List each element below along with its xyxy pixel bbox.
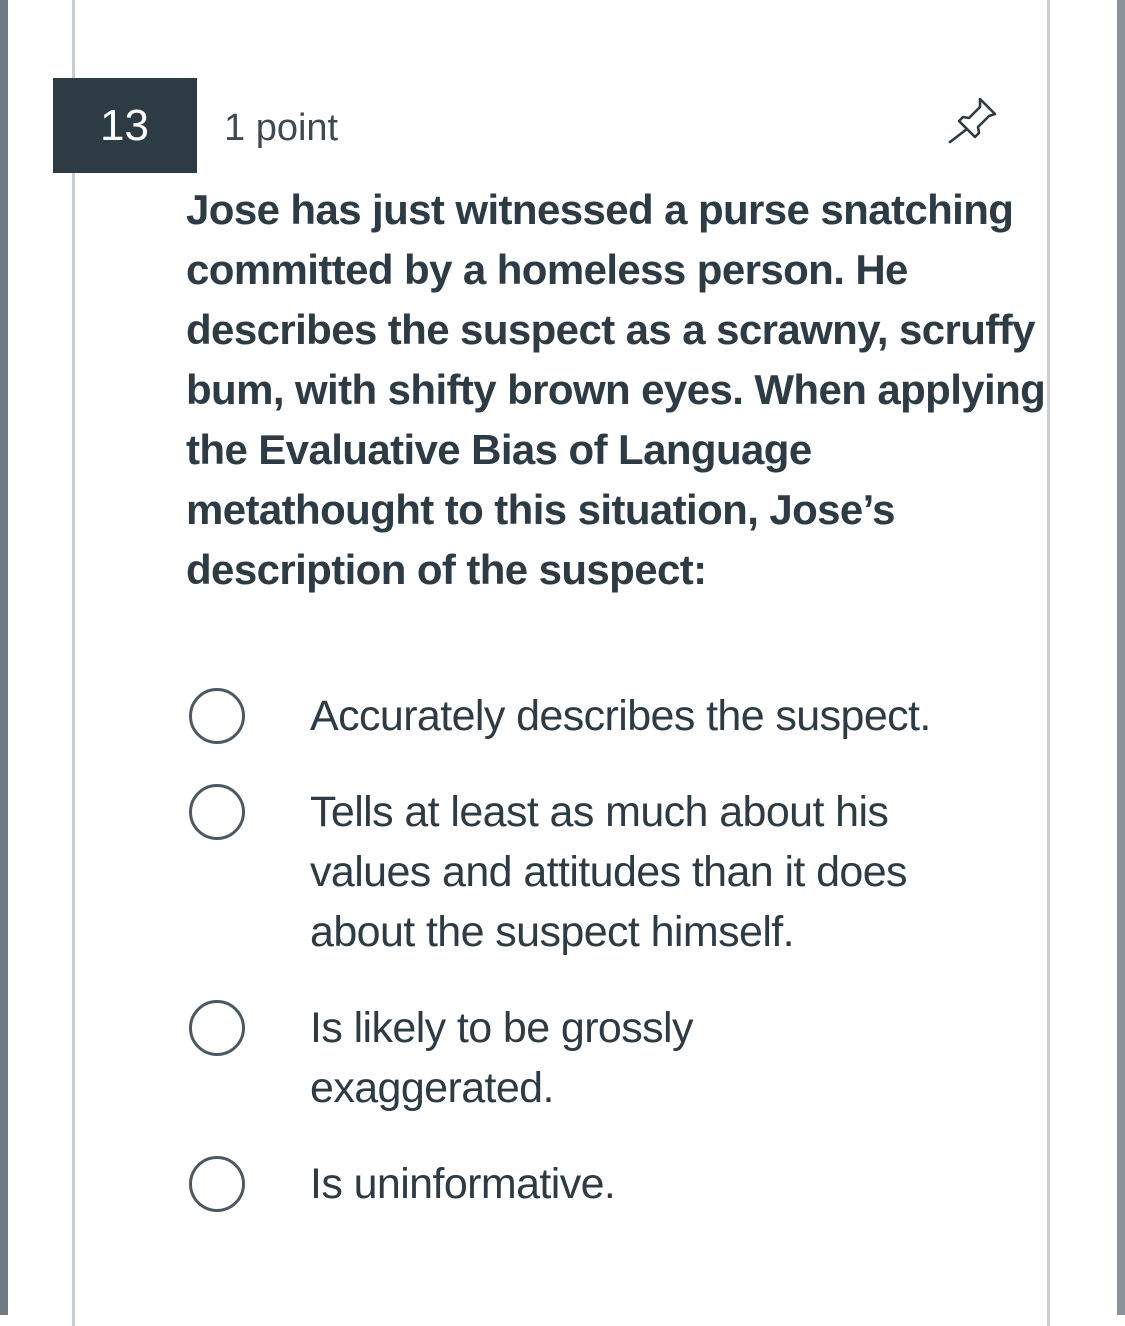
question-points: 1 point	[224, 107, 339, 149]
pushpin-icon[interactable]	[942, 94, 1000, 146]
answer-option-1[interactable]: Accurately describes the suspect.	[186, 686, 1046, 746]
answer-option-2[interactable]: Tells at least as much about his values …	[186, 782, 1046, 962]
page-right-edge	[1117, 0, 1125, 1315]
question-text: Jose has just witnessed a purse snatchin…	[186, 186, 1046, 593]
answer-label: Is uninformative.	[310, 1160, 616, 1208]
radio-button[interactable]	[189, 784, 245, 840]
question-number-badge: 13	[53, 78, 197, 173]
answer-option-4[interactable]: Is uninformative.	[186, 1154, 1046, 1214]
radio-button[interactable]	[189, 688, 245, 744]
radio-button[interactable]	[189, 1000, 245, 1056]
answer-label: Is likely to be grossly exaggerated.	[310, 1004, 694, 1112]
radio-button[interactable]	[189, 1156, 245, 1212]
answer-label: Accurately describes the suspect.	[310, 692, 931, 740]
answer-label: Tells at least as much about his values …	[310, 788, 908, 956]
answer-option-3[interactable]: Is likely to be grossly exaggerated.	[186, 998, 1046, 1118]
page-left-edge	[0, 0, 8, 1315]
